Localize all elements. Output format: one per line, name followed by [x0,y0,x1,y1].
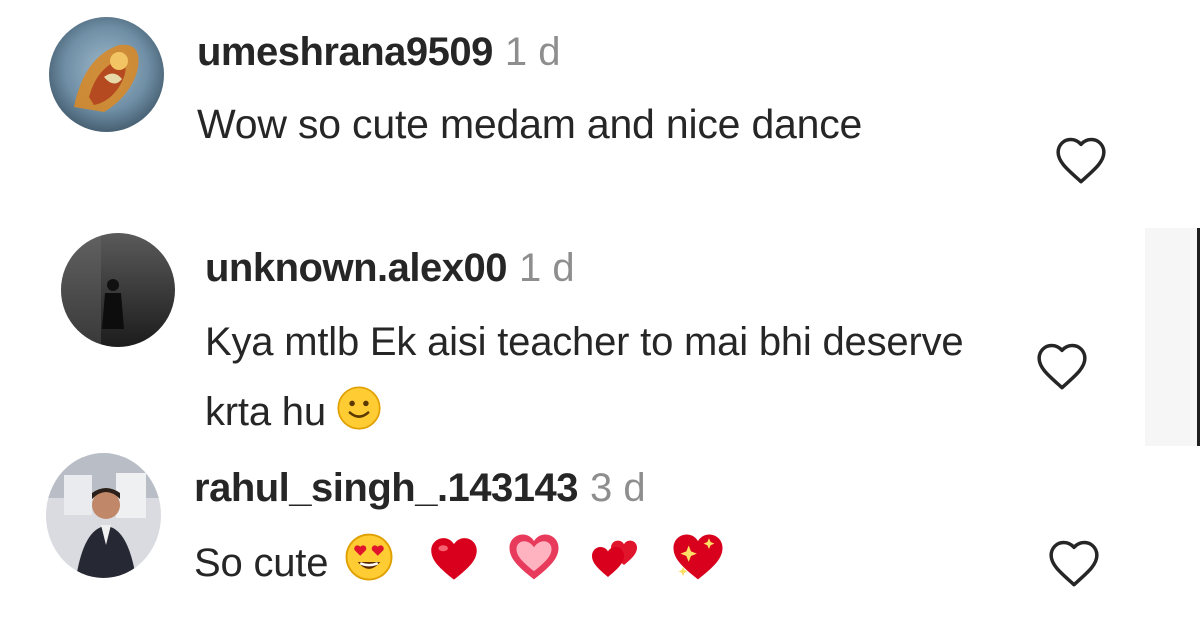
man-portrait-avatar-icon [46,453,161,578]
username-text: unknown.alex00 [205,246,507,290]
comment-text: Wow so cute medam and nice dance [197,101,863,147]
heart-eyes-emoji [344,532,394,582]
comment-text-body: So cute [194,541,329,585]
growing-heart-emoji [506,530,562,582]
comment-item: umeshrana9509 1 d Wow so cute medam and n… [0,0,1200,228]
heart-outline-icon [1056,137,1106,184]
comment-text-body: Kya mtlb Ek aisi teacher to mai bhi dese… [205,320,964,434]
heart-outline-icon [1049,540,1099,587]
avatar[interactable] [46,453,161,578]
comment-time: 3 d [590,466,646,510]
background-strip [1145,228,1200,446]
person-silhouette-avatar-icon [61,233,175,347]
username[interactable]: unknown.alex00 1 d [205,246,575,291]
username-text: umeshrana9509 [197,30,493,74]
like-button[interactable] [1046,537,1102,589]
username-text: rahul_singh_.143143 [194,466,579,510]
avatar[interactable] [49,17,164,132]
username[interactable]: umeshrana9509 1 d [197,30,561,75]
comment-text: So cute [194,530,1014,593]
like-button[interactable] [1034,340,1090,392]
comment-time: 1 d [518,246,575,290]
comment-item: rahul_singh_.143143 3 d So cute [0,446,1200,628]
like-button[interactable] [1053,134,1109,186]
comment-time: 1 d [504,30,561,74]
username[interactable]: rahul_singh_.143143 3 d [194,466,646,511]
avatar[interactable] [61,233,175,347]
two-hearts-emoji [588,532,644,582]
slightly-smiling-face-emoji [336,385,382,431]
comment-item: unknown.alex00 1 d Kya mtlb Ek aisi teach… [0,228,1145,446]
om-symbol-avatar-icon [49,17,164,132]
sparkling-heart-emoji [670,530,726,582]
comment-text: Kya mtlb Ek aisi teacher to mai bhi dese… [205,307,985,446]
red-heart-emoji [428,534,480,582]
heart-outline-icon [1037,343,1087,390]
